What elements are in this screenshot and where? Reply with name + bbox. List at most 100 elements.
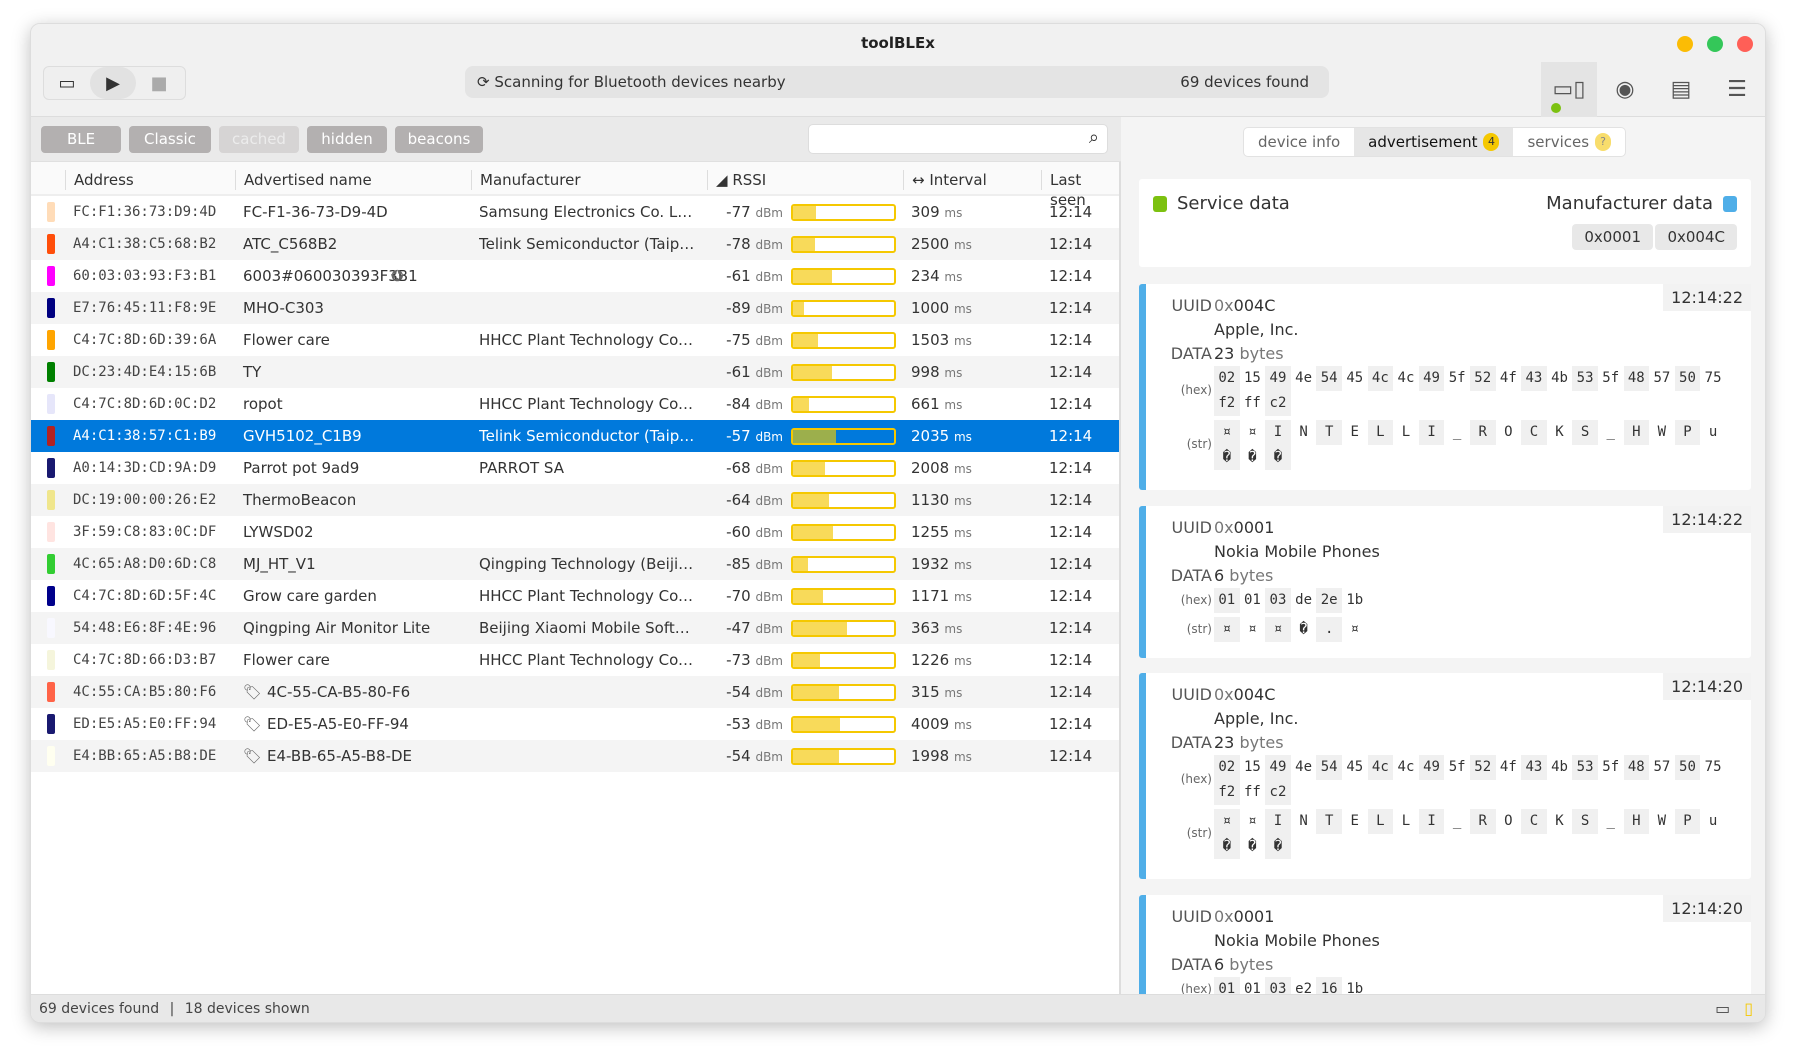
table-row[interactable]: C4:7C:8D:6D:0C:D2 ropot HHCC Plant Techn…	[31, 388, 1119, 420]
tab-device-info[interactable]: device info	[1244, 128, 1354, 156]
table-row[interactable]: E4:BB:65:A5:B8:DE 🏷 E4-BB-65-A5-B8-DE -5…	[31, 740, 1119, 772]
table-row[interactable]: A4:C1:38:57:C1:B9 GVH5102_C1B9 Telink Se…	[31, 420, 1119, 452]
service-data-legend[interactable]: Service data	[1153, 193, 1290, 214]
header-last-seen[interactable]: Last seen	[1041, 170, 1119, 209]
app-window: toolBLEx ▭ ▶ ■ ⟳ Scanning for Bluetooth …	[30, 23, 1766, 1023]
table-row[interactable]: 54:48:E6:8F:4E:96 Qingping Air Monitor L…	[31, 612, 1119, 644]
table-row[interactable]: 3F:59:C8:83:0C:DF LYWSD02 -60 dBm 1255 m…	[31, 516, 1119, 548]
str-bytes: ¤ ¤ I N T E L L I _ R O C K S _ H W Pu � � �	[1214, 420, 1734, 470]
tab-services[interactable]: services?	[1513, 128, 1625, 156]
rssi-bar-fill	[793, 718, 841, 731]
table-row[interactable]: DC:19:00:00:26:E2 ThermoBeacon -64 dBm 1…	[31, 484, 1119, 516]
hex-byte: 49	[1265, 755, 1291, 780]
maximize-button[interactable]	[1707, 36, 1723, 52]
device-address: 4C:55:CA:B5:80:F6	[73, 684, 217, 700]
rssi-bar	[791, 460, 896, 477]
table-row[interactable]: 4C:55:CA:B5:80:F6 🏷 4C-55-CA-B5-80-F6 -5…	[31, 676, 1119, 708]
table-row[interactable]: E7:76:45:11:F8:9E MHO-C303 -89 dBm 1000 …	[31, 292, 1119, 324]
device-interval: 1255 ms	[911, 523, 972, 541]
header-rssi[interactable]: ◢ RSSI	[707, 170, 766, 190]
hex-byte: 54	[1316, 755, 1342, 780]
str-char: �	[1248, 449, 1257, 465]
stop-scan-button[interactable]: ■	[136, 67, 182, 99]
table-row[interactable]: FC:F1:36:73:D9:4D FC-F1-36-73-D9-4D Sams…	[31, 196, 1119, 228]
tab-advertisement[interactable]: advertisement 4	[1354, 128, 1514, 156]
filter-hidden[interactable]: hidden	[307, 126, 387, 153]
hex-byte: 75	[1704, 759, 1722, 775]
table-row[interactable]: ED:E5:A5:E0:FF:94 🏷 ED-E5-A5-E0-FF-94 -5…	[31, 708, 1119, 740]
device-last-seen: 12:14	[1049, 427, 1093, 445]
table-row[interactable]: C4:7C:8D:6D:5F:4C Grow care garden HHCC …	[31, 580, 1119, 612]
device-color-swatch	[47, 746, 55, 766]
device-address: 3F:59:C8:83:0C:DF	[73, 524, 217, 540]
manufacturer-data-swatch	[1723, 195, 1737, 212]
header-interval[interactable]: ↔ Interval	[903, 170, 987, 190]
data-label: DATA	[1170, 733, 1212, 752]
device-interval: 2035 ms	[911, 427, 972, 445]
search-input[interactable]: ⌕	[808, 124, 1108, 154]
hex-byte: 49	[1418, 755, 1445, 780]
entry-timestamp: 12:14:20	[1663, 673, 1751, 700]
table-row[interactable]: A0:14:3D:CD:9A:D9 Parrot pot 9ad9 PARROT…	[31, 452, 1119, 484]
device-address: A4:C1:38:C5:68:B2	[73, 236, 217, 252]
table-row[interactable]: 60:03:03:93:F3:B1 6003#060030393F3B1 ✪ -…	[31, 260, 1119, 292]
rssi-bar	[791, 588, 896, 605]
rssi-bar-fill	[793, 590, 824, 603]
hex-byte: 5f	[1448, 759, 1466, 775]
hex-byte: 01	[1214, 588, 1240, 613]
ubertooth-view-button[interactable]: ▤	[1653, 62, 1709, 117]
device-color-swatch	[47, 714, 55, 734]
str-char: �	[1214, 834, 1240, 859]
device-rssi: -84 dBm	[726, 395, 783, 413]
str-char: _	[1452, 424, 1462, 440]
filter-beacons[interactable]: beacons	[395, 126, 483, 153]
rssi-bar	[791, 652, 896, 669]
table-row[interactable]: C4:7C:8D:66:D3:B7 Flower care HHCC Plant…	[31, 644, 1119, 676]
filter-cached[interactable]: cached	[219, 126, 299, 153]
devices-icon-button[interactable]: ▭	[44, 67, 90, 99]
hex-byte: 43	[1521, 366, 1547, 391]
hex-byte: 49	[1418, 366, 1445, 391]
device-address: DC:23:4D:E4:15:6B	[73, 364, 217, 380]
filter-classic[interactable]: Classic	[129, 126, 211, 153]
table-row[interactable]: C4:7C:8D:6D:39:6A Flower care HHCC Plant…	[31, 324, 1119, 356]
minimize-button[interactable]	[1677, 36, 1693, 52]
play-scan-button[interactable]: ▶	[90, 67, 136, 99]
header-address[interactable]: Address	[65, 170, 134, 190]
manufacturer-id-chip[interactable]: 0x0001	[1572, 224, 1653, 250]
hex-byte: 5f	[1602, 759, 1620, 775]
manufacturer-data-legend[interactable]: Manufacturer data	[1546, 193, 1737, 214]
str-char: L	[1401, 424, 1411, 440]
device-color-swatch	[47, 586, 55, 606]
rssi-bar	[791, 492, 896, 509]
table-row[interactable]: DC:23:4D:E4:15:6B TY -61 dBm 998 ms 12:1…	[31, 356, 1119, 388]
rssi-bar-fill	[793, 526, 834, 539]
filter-ble[interactable]: BLE	[41, 126, 121, 153]
settings-button[interactable]: ☰	[1709, 62, 1765, 117]
header-manufacturer[interactable]: Manufacturer	[471, 170, 581, 190]
bottom-panel-toggle-icon[interactable]: ▭	[1715, 995, 1730, 1022]
table-row[interactable]: 4C:65:A8:D0:6D:C8 MJ_HT_V1 Qingping Tech…	[31, 548, 1119, 580]
device-rssi: -54 dBm	[726, 747, 783, 765]
beacon-view-button[interactable]: ◉	[1597, 62, 1653, 117]
close-button[interactable]	[1737, 36, 1753, 52]
table-row[interactable]: A4:C1:38:C5:68:B2 ATC_C568B2 Telink Semi…	[31, 228, 1119, 260]
str-char: P	[1674, 420, 1701, 445]
hex-byte: 4e	[1295, 370, 1312, 386]
device-last-seen: 12:14	[1049, 523, 1093, 541]
device-interval: 1171 ms	[911, 587, 972, 605]
device-last-seen: 12:14	[1049, 395, 1093, 413]
header-name[interactable]: Advertised name	[235, 170, 372, 190]
device-address: ED:E5:A5:E0:FF:94	[73, 716, 217, 732]
manufacturer-id-chip[interactable]: 0x004C	[1655, 224, 1737, 250]
status-dot	[1551, 103, 1561, 113]
toolbar: ▭ ▶ ■ ⟳ Scanning for Bluetooth devices n…	[31, 62, 1765, 117]
str-label: (str)	[1186, 826, 1212, 840]
device-last-seen: 12:14	[1049, 459, 1093, 477]
str-char: W	[1657, 813, 1667, 829]
devices-view-button[interactable]: ▭▯	[1541, 62, 1597, 117]
device-interval: 309 ms	[911, 203, 963, 221]
device-address: DC:19:00:00:26:E2	[73, 492, 217, 508]
device-name: ThermoBeacon	[243, 491, 357, 509]
right-panel-toggle-icon[interactable]: ▯	[1744, 995, 1753, 1022]
